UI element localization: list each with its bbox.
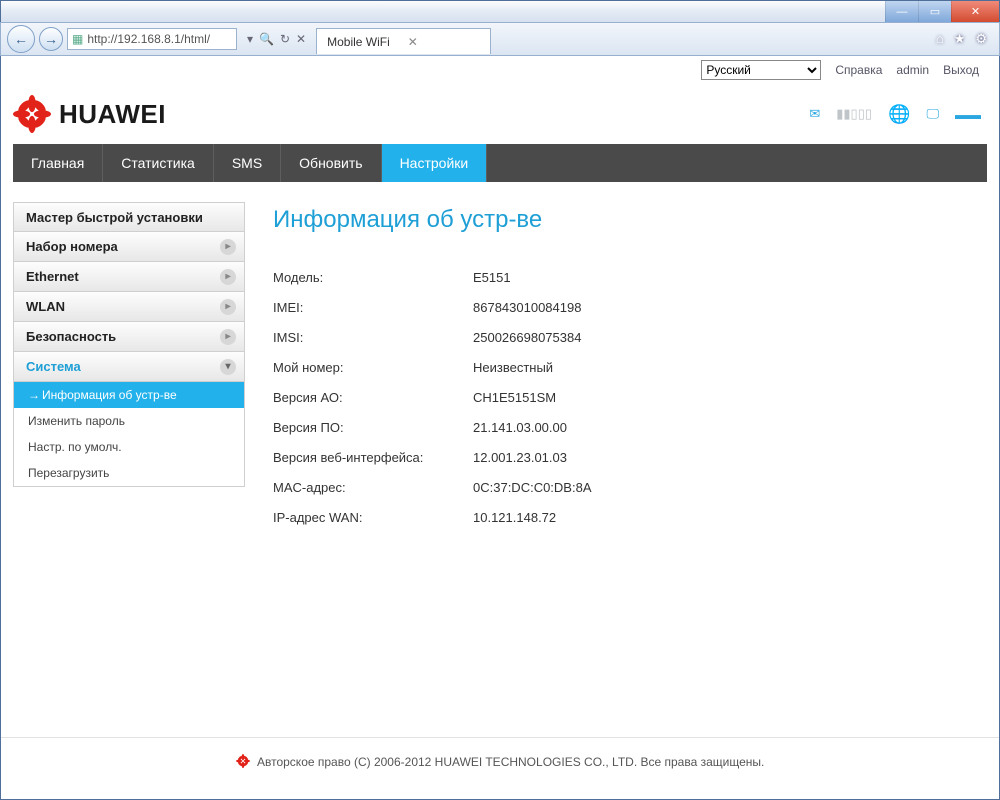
- huawei-flower-icon: [13, 95, 51, 133]
- sidebar-sub-2[interactable]: Настр. по умолч.: [14, 434, 244, 460]
- info-row-6: Версия веб-интерфейса:12.001.23.01.03: [273, 442, 957, 472]
- info-value: 250026698075384: [473, 330, 581, 345]
- tab-close-icon[interactable]: ✕: [408, 35, 418, 49]
- logout-link[interactable]: Выход: [943, 63, 979, 77]
- search-icon[interactable]: 🔍: [259, 32, 274, 46]
- globe-icon: 🌐: [888, 104, 910, 125]
- info-row-2: IMSI:250026698075384: [273, 322, 957, 352]
- battery-icon: ▬▬: [955, 107, 981, 122]
- footer: Авторское право (C) 2006-2012 HUAWEI TEC…: [1, 737, 999, 769]
- help-link[interactable]: Справка: [835, 63, 882, 77]
- info-value: Неизвестный: [473, 360, 553, 375]
- dropdown-icon[interactable]: ▾: [247, 32, 253, 46]
- window-titlebar: — ▭ ✕: [0, 0, 1000, 22]
- page-icon: ▦: [72, 32, 83, 46]
- window-close-button[interactable]: ✕: [951, 1, 999, 22]
- info-label: Модель:: [273, 270, 473, 285]
- chevron-right-icon: ▸: [220, 329, 236, 345]
- info-row-8: IP-адрес WAN:10.121.148.72: [273, 502, 957, 532]
- brand-logo: HUAWEI: [13, 95, 166, 133]
- home-icon[interactable]: ⌂: [936, 31, 944, 47]
- nav-item-2[interactable]: SMS: [214, 144, 281, 182]
- info-value: 867843010084198: [473, 300, 581, 315]
- browser-toolbar: ← → ▦ http://192.168.8.1/html/ ▾ 🔍 ↻ ✕ M…: [0, 22, 1000, 56]
- refresh-icon[interactable]: ↻: [280, 32, 290, 46]
- monitor-icon: 🖵: [926, 106, 939, 122]
- top-utility-bar: Русский Справка admin Выход: [13, 56, 987, 84]
- info-label: MAC-адрес:: [273, 480, 473, 495]
- info-row-5: Версия ПО:21.141.03.00.00: [273, 412, 957, 442]
- page-title: Информация об устр-ве: [273, 206, 957, 234]
- address-bar-buttons: ▾ 🔍 ↻ ✕: [241, 32, 312, 46]
- nav-item-3[interactable]: Обновить: [281, 144, 381, 182]
- info-label: IMEI:: [273, 300, 473, 315]
- signal-icon: ▮▮▯▯▯: [836, 106, 872, 122]
- user-link[interactable]: admin: [896, 63, 929, 77]
- window-maximize-button[interactable]: ▭: [918, 1, 951, 22]
- stop-icon[interactable]: ✕: [296, 32, 306, 46]
- sidebar-sub-3[interactable]: Перезагрузить: [14, 460, 244, 486]
- info-label: IMSI:: [273, 330, 473, 345]
- sidebar-item-5[interactable]: Система▾: [13, 352, 245, 382]
- chevron-right-icon: ▸: [220, 269, 236, 285]
- chevron-right-icon: ▸: [220, 299, 236, 315]
- url-text: http://192.168.8.1/html/: [87, 32, 210, 46]
- sidebar-item-0[interactable]: Мастер быстрой установки: [13, 202, 245, 232]
- info-value: 21.141.03.00.00: [473, 420, 567, 435]
- info-value: CH1E5151SM: [473, 390, 556, 405]
- mail-icon[interactable]: ✉: [809, 106, 820, 122]
- sidebar-item-4[interactable]: Безопасность▸: [13, 322, 245, 352]
- info-label: IP-адрес WAN:: [273, 510, 473, 525]
- back-button[interactable]: ←: [7, 25, 35, 53]
- tab-title: Mobile WiFi: [327, 35, 390, 49]
- chevron-right-icon: ▸: [220, 239, 236, 255]
- sidebar-sub-0[interactable]: Информация об устр-ве: [14, 382, 244, 408]
- info-row-4: Версия АО:CH1E5151SM: [273, 382, 957, 412]
- sidebar-item-1[interactable]: Набор номера▸: [13, 232, 245, 262]
- window-minimize-button[interactable]: —: [885, 1, 918, 22]
- tools-icon[interactable]: ⚙: [975, 31, 987, 47]
- info-label: Мой номер:: [273, 360, 473, 375]
- info-value: 12.001.23.01.03: [473, 450, 567, 465]
- sidebar-item-2[interactable]: Ethernet▸: [13, 262, 245, 292]
- language-select[interactable]: Русский: [701, 60, 821, 80]
- info-value: 0C:37:DC:C0:DB:8A: [473, 480, 592, 495]
- info-row-7: MAC-адрес:0C:37:DC:C0:DB:8A: [273, 472, 957, 502]
- info-label: Версия ПО:: [273, 420, 473, 435]
- copyright-text: Авторское право (C) 2006-2012 HUAWEI TEC…: [257, 755, 764, 769]
- sidebar-submenu: Информация об устр-веИзменить парольНаст…: [13, 382, 245, 487]
- nav-item-4[interactable]: Настройки: [382, 144, 488, 182]
- browser-tab[interactable]: Mobile WiFi ✕: [316, 28, 491, 54]
- info-label: Версия АО:: [273, 390, 473, 405]
- info-label: Версия веб-интерфейса:: [273, 450, 473, 465]
- status-icons: ✉ ▮▮▯▯▯ 🌐 🖵 ▬▬: [809, 104, 987, 125]
- sidebar-item-3[interactable]: WLAN▸: [13, 292, 245, 322]
- info-value: E5151: [473, 270, 511, 285]
- info-row-0: Модель:E5151: [273, 262, 957, 292]
- main-nav: ГлавнаяСтатистикаSMSОбновитьНастройки: [13, 144, 987, 182]
- nav-item-1[interactable]: Статистика: [103, 144, 214, 182]
- nav-item-0[interactable]: Главная: [13, 144, 103, 182]
- sidebar-sub-1[interactable]: Изменить пароль: [14, 408, 244, 434]
- content-panel: Информация об устр-ве Модель:E5151IMEI:8…: [273, 202, 987, 532]
- favorites-icon[interactable]: ★: [954, 31, 966, 47]
- brand-text: HUAWEI: [59, 99, 166, 130]
- huawei-flower-icon-small: [236, 754, 250, 768]
- address-bar[interactable]: ▦ http://192.168.8.1/html/: [67, 28, 237, 50]
- chevron-down-icon: ▾: [220, 359, 236, 375]
- info-row-1: IMEI:867843010084198: [273, 292, 957, 322]
- sidebar: Мастер быстрой установкиНабор номера▸Eth…: [13, 202, 245, 532]
- info-row-3: Мой номер:Неизвестный: [273, 352, 957, 382]
- forward-button[interactable]: →: [39, 27, 63, 51]
- info-value: 10.121.148.72: [473, 510, 556, 525]
